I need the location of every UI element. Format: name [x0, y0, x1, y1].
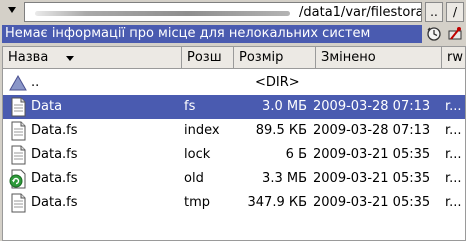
table-row[interactable]: Data.fs index 89.5 КБ 2009-03-28 07:13 r… — [3, 119, 465, 143]
drive-menu-button[interactable] — [2, 2, 22, 21]
table-row[interactable]: Data.fs lock 6 Б 2009-03-21 05:35 r... — [3, 143, 465, 167]
column-header-ext[interactable]: Розш — [182, 47, 234, 69]
column-header-size[interactable]: Розмір — [234, 47, 316, 69]
row-ext: fs — [184, 99, 196, 114]
table-row-parent[interactable]: .. <DIR> — [3, 71, 465, 95]
free-space-message: Немає інформації про місце для нелокальн… — [2, 25, 422, 43]
sort-descending-icon — [66, 56, 74, 61]
clock-history-icon[interactable] — [425, 25, 443, 43]
row-ext: old — [184, 171, 204, 186]
parent-dir-button[interactable]: .. — [425, 2, 443, 22]
row-size: 89.5 КБ — [255, 123, 307, 138]
row-ext: index — [184, 123, 220, 138]
path-text: /data1/var/filestorage — [299, 5, 421, 20]
document-icon — [8, 97, 28, 117]
table-row-selected[interactable]: Data fs 3.0 МБ 2009-03-28 07:13 r... — [3, 95, 465, 119]
row-name: Data.fs — [31, 171, 78, 186]
row-name: Data.fs — [31, 195, 78, 210]
row-size: 3.3 МБ — [262, 171, 307, 186]
row-size: <DIR> — [255, 75, 300, 90]
document-icon — [8, 121, 28, 141]
row-attributes: r... — [445, 171, 462, 186]
column-header-name[interactable]: Назва — [3, 47, 182, 69]
row-name: Data.fs — [31, 147, 78, 162]
table-row[interactable]: Data.fs old 3.3 МБ 2009-03-21 05:35 r... — [3, 167, 465, 191]
row-attributes: r... — [445, 195, 462, 210]
document-icon — [8, 145, 28, 165]
root-dir-button[interactable]: / — [446, 2, 464, 22]
row-size: 6 Б — [285, 147, 307, 162]
column-headers: Назва Розш Розмір Змінено rw — [3, 47, 465, 69]
column-header-name-label: Назва — [8, 50, 49, 65]
document-icon — [8, 193, 28, 213]
file-list-panel[interactable]: Назва Розш Розмір Змінено rw .. <DIR> Da… — [2, 46, 466, 241]
row-modified: 2009-03-21 05:35 — [313, 147, 431, 162]
row-attributes: r... — [445, 147, 462, 162]
row-modified: 2009-03-28 07:13 — [313, 123, 431, 138]
row-attributes: r... — [445, 123, 462, 138]
go-home-icon[interactable] — [446, 25, 464, 43]
folder-up-icon — [8, 73, 28, 93]
refresh-document-icon — [8, 169, 28, 189]
row-attributes: r... — [445, 99, 462, 114]
table-row[interactable]: Data.fs tmp 347.9 КБ 2009-03-21 05:35 r.… — [3, 191, 465, 215]
row-name: .. — [31, 75, 40, 90]
column-header-modified[interactable]: Змінено — [316, 47, 442, 69]
column-header-attributes[interactable]: rw — [442, 47, 465, 69]
path-toolbar: /data1/var/filestorage .. / — [0, 0, 466, 24]
row-modified: 2009-03-21 05:35 — [313, 195, 431, 210]
row-name: Data.fs — [31, 123, 78, 138]
row-ext: lock — [184, 147, 211, 162]
row-modified: 2009-03-28 07:13 — [313, 99, 431, 114]
redacted-path-segment — [35, 11, 290, 16]
row-name: Data — [31, 99, 63, 114]
path-input[interactable]: /data1/var/filestorage — [24, 2, 422, 22]
row-modified: 2009-03-21 05:35 — [313, 171, 431, 186]
row-size: 347.9 КБ — [247, 195, 308, 210]
row-size: 3.0 МБ — [262, 99, 307, 114]
info-bar: Немає інформації про місце для нелокальн… — [0, 25, 466, 43]
chevron-down-icon — [6, 4, 18, 20]
row-ext: tmp — [184, 195, 211, 210]
